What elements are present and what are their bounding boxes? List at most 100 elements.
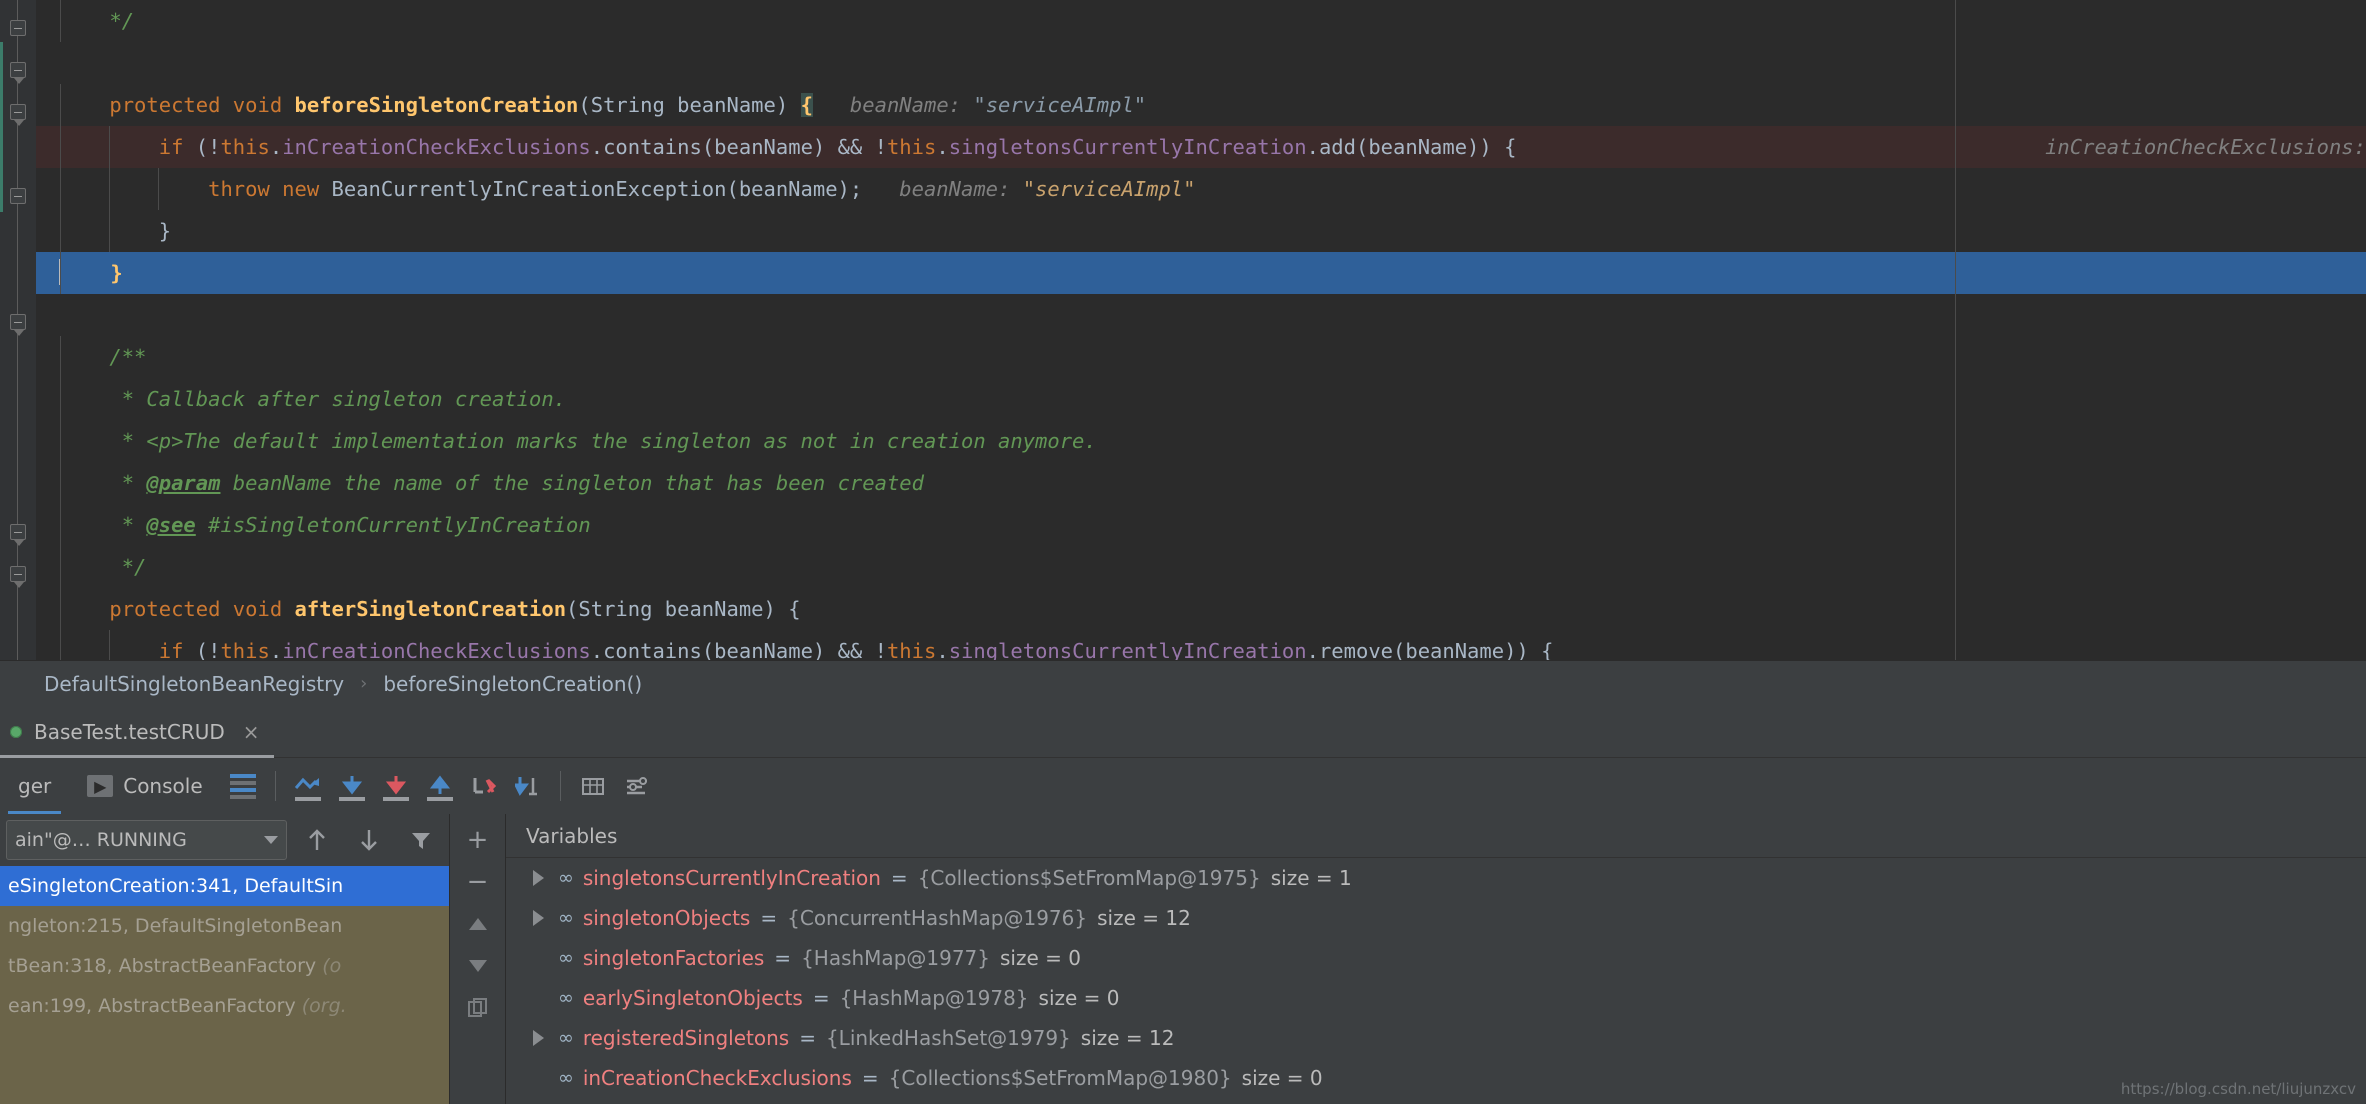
call-stack-list[interactable]: eSingletonCreation:341, DefaultSin ngleto… xyxy=(0,866,449,1104)
code-line[interactable]: * <p>The default implementation marks th… xyxy=(36,420,2366,462)
code-token-mth: afterSingletonCreation xyxy=(294,597,567,621)
chevron-down-icon[interactable] xyxy=(264,836,278,844)
tab-debugger[interactable]: ger xyxy=(0,758,69,814)
run-to-cursor-icon[interactable] xyxy=(506,764,550,808)
arrow-down-icon[interactable] xyxy=(347,818,391,862)
code-line[interactable]: * @see #isSingletonCurrentlyInCreation xyxy=(36,504,2366,546)
variable-value: {Collections$SetFromMap@1980} xyxy=(888,1066,1232,1090)
expand-triangle-icon[interactable] xyxy=(528,1030,548,1046)
thread-dropdown[interactable]: ain"@… RUNNING xyxy=(6,820,287,860)
drop-frame-icon[interactable] xyxy=(462,764,506,808)
breadcrumb-class[interactable]: DefaultSingletonBeanRegistry xyxy=(44,672,344,696)
step-into-icon[interactable] xyxy=(330,764,374,808)
variable-row[interactable]: ∞ registeredSingletons = {LinkedHashSet@197… xyxy=(506,1018,2366,1058)
indent-guide xyxy=(60,168,61,210)
stack-frame-item[interactable]: tBean:318, AbstractBeanFactory (o xyxy=(0,946,449,986)
stack-frame-item[interactable]: eSingletonCreation:341, DefaultSin xyxy=(0,866,449,906)
indent-guide xyxy=(60,504,61,546)
ide-window: */ protected void beforeSingletonCreatio… xyxy=(0,0,2366,1104)
indent-guide xyxy=(60,378,61,420)
variable-row[interactable]: ∞ singletonFactories = {HashMap@1977} size =… xyxy=(506,938,2366,978)
indent-guide xyxy=(60,546,61,588)
code-line[interactable]: /** xyxy=(36,336,2366,378)
console-prompt-icon: ▶ xyxy=(87,775,114,797)
code-line[interactable]: } xyxy=(36,252,2366,294)
variable-size: size = 0 xyxy=(1000,946,1081,970)
code-line[interactable]: if (!this.inCreationCheckExclusions.cont… xyxy=(36,126,2366,168)
breadcrumb[interactable]: DefaultSingletonBeanRegistry › beforeSin… xyxy=(0,660,2366,706)
fold-marker[interactable] xyxy=(10,104,26,126)
stack-frame-item[interactable]: ngleton:215, DefaultSingletonBean xyxy=(0,906,449,946)
code-token-txt: BeanCurrentlyInCreationException(beanNam… xyxy=(331,177,863,201)
variable-row[interactable]: ∞ singletonObjects = {ConcurrentHashMap@197… xyxy=(506,898,2366,938)
settings-icon[interactable] xyxy=(615,764,659,808)
indent-guide xyxy=(60,420,61,462)
evaluate-expression-icon[interactable] xyxy=(571,764,615,808)
toolbar-separator xyxy=(559,771,561,801)
triangle-up-icon[interactable] xyxy=(456,904,500,944)
code-token-cmt: */ xyxy=(109,9,135,33)
run-tab-basetest-testcrud[interactable]: BaseTest.testCRUD × xyxy=(0,706,274,758)
expand-triangle-icon[interactable] xyxy=(528,910,548,926)
code-line[interactable]: */ xyxy=(36,546,2366,588)
variable-row[interactable]: ∞ earlySingletonObjects = {HashMap@1978} siz… xyxy=(506,978,2366,1018)
stack-frame-item[interactable]: ean:199, AbstractBeanFactory (org. xyxy=(0,986,449,1026)
thread-selector-row[interactable]: ain"@… RUNNING xyxy=(0,814,449,866)
code-token-hintstr: "serviceAImpl" xyxy=(961,93,1147,117)
variables-panel[interactable]: Variables ∞ singletonsCurrentlyInCreation… xyxy=(506,814,2366,1104)
code-line[interactable] xyxy=(36,294,2366,336)
code-token-cmttag: @see xyxy=(146,513,196,537)
force-step-into-icon[interactable] xyxy=(374,764,418,808)
code-token-cmt: * Callback after singleton creation. xyxy=(109,387,567,411)
breadcrumb-method[interactable]: beforeSingletonCreation() xyxy=(383,672,642,696)
code-editor[interactable]: */ protected void beforeSingletonCreatio… xyxy=(0,0,2366,714)
fold-marker[interactable] xyxy=(10,20,26,36)
triangle-down-icon[interactable] xyxy=(456,946,500,986)
code-token-kw: this xyxy=(220,135,270,159)
code-lines[interactable]: */ protected void beforeSingletonCreatio… xyxy=(36,0,2366,714)
code-line[interactable]: * @param beanName the name of the single… xyxy=(36,462,2366,504)
editor-gutter[interactable] xyxy=(0,0,36,660)
expand-triangle-icon[interactable] xyxy=(528,870,548,886)
indent-guide xyxy=(60,84,61,126)
debug-toolbar[interactable]: ger ▶ Console xyxy=(0,758,2366,814)
fold-marker[interactable] xyxy=(10,566,26,588)
close-icon[interactable]: × xyxy=(243,720,260,744)
stack-frame-label: eSingletonCreation:341, DefaultSin xyxy=(8,875,344,897)
variable-row[interactable]: ∞ inCreationCheckExclusions = {Collections$… xyxy=(506,1058,2366,1098)
variable-size: size = 0 xyxy=(1241,1066,1323,1090)
show-execution-point-icon[interactable] xyxy=(221,764,265,808)
filter-icon[interactable] xyxy=(399,818,443,862)
code-token-txt: (String beanName) { xyxy=(566,597,801,621)
code-line[interactable] xyxy=(36,42,2366,84)
run-tab-bar[interactable]: BaseTest.testCRUD × xyxy=(0,706,2366,758)
tab-console[interactable]: ▶ Console xyxy=(69,758,220,814)
minus-icon[interactable]: − xyxy=(456,862,500,902)
variables-rail[interactable]: + − xyxy=(450,814,506,1104)
code-line[interactable]: protected void afterSingletonCreation(St… xyxy=(36,588,2366,630)
field-icon: ∞ xyxy=(558,907,574,929)
fold-marker[interactable] xyxy=(10,524,26,546)
fold-marker[interactable] xyxy=(10,314,26,336)
code-line[interactable]: } xyxy=(36,210,2366,252)
variables-list[interactable]: ∞ singletonsCurrentlyInCreation = {Collecti… xyxy=(506,858,2366,1104)
copy-icon[interactable] xyxy=(456,988,500,1028)
variable-value: {HashMap@1977} xyxy=(801,946,991,970)
frames-panel[interactable]: ain"@… RUNNING eSingletonCreation:341, D… xyxy=(0,814,450,1104)
step-out-icon[interactable] xyxy=(418,764,462,808)
fold-marker[interactable] xyxy=(10,62,26,84)
code-line[interactable]: * Callback after singleton creation. xyxy=(36,378,2366,420)
indent-guide xyxy=(158,168,160,210)
toolbar-separator xyxy=(274,771,276,801)
variable-row[interactable]: ∞ singletonsCurrentlyInCreation = {Collecti… xyxy=(506,858,2366,898)
arrow-up-icon[interactable] xyxy=(295,818,339,862)
code-line[interactable]: */ xyxy=(36,0,2366,42)
code-line[interactable]: throw new BeanCurrentlyInCreationExcepti… xyxy=(36,168,2366,210)
step-over-icon[interactable] xyxy=(286,764,330,808)
plus-icon[interactable]: + xyxy=(456,820,500,860)
variable-value: {ConcurrentHashMap@1976} xyxy=(787,906,1088,930)
fold-marker[interactable] xyxy=(10,188,26,204)
code-line[interactable]: protected void beforeSingletonCreation(S… xyxy=(36,84,2366,126)
variable-name: singletonFactories xyxy=(582,946,765,970)
